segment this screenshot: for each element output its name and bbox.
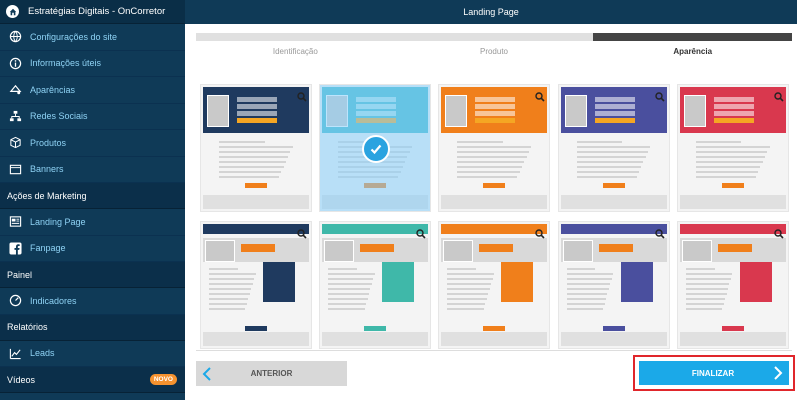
step-produto[interactable]: Produto (395, 47, 594, 56)
sidebar-item-label: Produtos (30, 137, 67, 148)
section-videos[interactable]: Vídeos NOVO (0, 367, 185, 393)
template-thumbnail[interactable] (557, 221, 670, 349)
sidebar-item-produtos[interactable]: Produtos (0, 130, 185, 157)
landing-page-icon (8, 215, 22, 229)
section-title: Ações de Marketing (7, 190, 87, 201)
zoom-icon[interactable] (535, 226, 545, 239)
checkmark-icon (362, 135, 391, 163)
previous-button-label: ANTERIOR (250, 369, 293, 378)
info-icon (8, 56, 22, 70)
section-relatorios: Relatórios (0, 314, 185, 341)
sidebar-item-label: Leads (30, 348, 55, 359)
sidebar-item-label: Landing Page (30, 216, 86, 227)
sidebar-item-fanpage[interactable]: Fanpage (0, 236, 185, 262)
progress-segment (593, 33, 793, 41)
sidebar-item-configuracoes[interactable]: Configurações do site (0, 24, 185, 51)
zoom-icon[interactable] (774, 89, 784, 102)
template-thumbnail[interactable] (557, 84, 670, 212)
sidebar-item-label: Redes Sociais (30, 111, 88, 122)
page-header: Landing Page (185, 0, 797, 24)
page-title: Landing Page (463, 7, 519, 17)
palette-icon (8, 83, 22, 97)
sidebar-item-label: Aparências (30, 84, 76, 95)
zoom-icon[interactable] (654, 226, 665, 239)
progress-segment (394, 33, 594, 41)
step-aparencia[interactable]: Aparência (593, 47, 792, 56)
zoom-icon[interactable] (774, 226, 784, 239)
sidebar: Estratégias Digitais - OnCorretor Config… (0, 0, 185, 400)
chevron-right-icon (767, 366, 789, 380)
sidebar-item-label: Fanpage (30, 243, 66, 254)
app-title: Estratégias Digitais - OnCorretor (28, 6, 166, 17)
template-thumbnail[interactable] (438, 84, 551, 212)
chevron-left-icon (196, 361, 218, 386)
template-thumbnail[interactable] (200, 84, 312, 212)
finish-button-label: FINALIZAR (691, 368, 735, 378)
banner-icon (8, 162, 22, 176)
section-painel: Painel (0, 262, 185, 288)
globe-icon (8, 30, 22, 44)
zoom-icon[interactable] (297, 226, 307, 239)
step-identificacao[interactable]: Identificação (196, 47, 395, 56)
wizard-steps: Identificação Produto Aparência (196, 47, 792, 56)
sidebar-item-leads[interactable]: Leads (0, 341, 185, 367)
sidebar-item-informacoes[interactable]: Informações úteis (0, 51, 185, 77)
sidebar-item-banners[interactable]: Banners (0, 157, 185, 183)
divider (196, 350, 792, 351)
sidebar-item-indicadores[interactable]: Indicadores (0, 288, 185, 315)
wizard-progress (196, 33, 793, 41)
finish-button-highlight: FINALIZAR (633, 355, 795, 391)
sidebar-item-label: Banners (30, 164, 64, 175)
new-badge: NOVO (149, 374, 177, 385)
section-acoes-marketing: Ações de Marketing (0, 183, 185, 209)
chart-icon (8, 346, 22, 360)
sidebar-item-label: Configurações do site (30, 31, 118, 42)
template-thumbnail[interactable] (200, 221, 312, 349)
zoom-icon[interactable] (654, 89, 665, 102)
section-title: Vídeos (7, 374, 36, 385)
facebook-icon (8, 241, 22, 255)
section-title: Relatórios (7, 322, 48, 332)
template-grid (196, 80, 792, 349)
sidebar-item-label: Informações úteis (30, 58, 102, 69)
zoom-icon[interactable] (535, 89, 545, 102)
template-thumbnail[interactable] (676, 84, 789, 212)
template-thumbnail[interactable] (676, 221, 789, 349)
box-icon (8, 136, 22, 150)
app-header: Estratégias Digitais - OnCorretor (0, 0, 185, 24)
sidebar-item-aparencias[interactable]: Aparências (0, 77, 185, 104)
zoom-icon[interactable] (297, 89, 307, 102)
sidebar-item-redes-sociais[interactable]: Redes Sociais (0, 104, 185, 130)
previous-button[interactable]: ANTERIOR (196, 361, 347, 386)
home-icon[interactable] (6, 5, 19, 18)
finish-button[interactable]: FINALIZAR (639, 361, 789, 385)
progress-segment (196, 33, 395, 41)
template-thumbnail[interactable] (438, 221, 551, 349)
gauge-icon (8, 294, 22, 308)
template-thumbnail[interactable] (319, 221, 432, 349)
template-thumbnail[interactable] (319, 84, 432, 212)
sidebar-item-label: Indicadores (30, 295, 77, 306)
zoom-icon[interactable] (416, 226, 426, 239)
sidebar-item-landing-page[interactable]: Landing Page (0, 209, 185, 236)
network-icon (8, 109, 22, 123)
section-title: Painel (7, 269, 33, 280)
